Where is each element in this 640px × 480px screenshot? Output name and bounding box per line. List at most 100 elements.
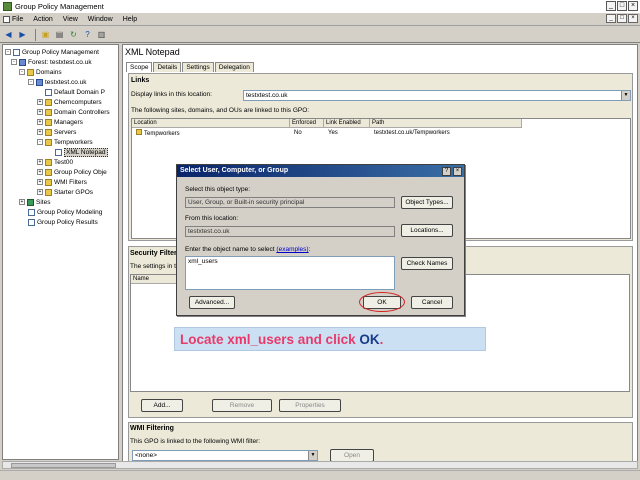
tree-item-results[interactable]: Group Policy Results xyxy=(28,217,98,227)
column-header-name[interactable]: Name xyxy=(131,275,181,284)
chevron-down-icon[interactable]: ▼ xyxy=(308,451,317,460)
menu-file-label: File xyxy=(12,15,24,23)
table-row[interactable]: Tempworkers xyxy=(134,129,180,139)
add-button[interactable]: Add... xyxy=(141,399,183,412)
column-header-link-enabled[interactable]: Link Enabled xyxy=(324,119,370,128)
object-types-button[interactable]: Object Types... xyxy=(401,196,453,209)
tree-item-test00[interactable]: + Test00 xyxy=(37,157,73,167)
tree-item-xml-notepad[interactable]: XML Notepad xyxy=(55,147,108,157)
tree-item-servers[interactable]: + Servers xyxy=(37,127,76,137)
ok-button[interactable]: OK xyxy=(363,296,401,309)
remove-button[interactable]: Remove xyxy=(212,399,272,412)
expand-icon[interactable]: + xyxy=(37,109,43,115)
close-button[interactable]: × xyxy=(628,1,638,11)
chevron-down-icon[interactable]: ▼ xyxy=(621,91,630,100)
expand-icon[interactable]: + xyxy=(37,119,43,125)
tree-item-domain[interactable]: - testxtest.co.uk xyxy=(28,77,87,87)
column-header-path[interactable]: Path xyxy=(370,119,522,128)
tree-label: Forest: testxtest.co.uk xyxy=(28,58,92,66)
tree-item-managers[interactable]: + Managers xyxy=(37,117,83,127)
tree-item-gpo-objects[interactable]: + Group Policy Obje xyxy=(37,167,107,177)
gpo-link-icon xyxy=(45,88,52,96)
toolbar: ◀ ▶ ▣ ▤ ↻ ? ▥ xyxy=(0,27,640,43)
dialog-title: Select User, Computer, or Group xyxy=(177,165,464,177)
menu-help[interactable]: Help xyxy=(123,16,137,23)
back-icon[interactable]: ◀ xyxy=(3,29,14,40)
tab-settings[interactable]: Settings xyxy=(182,62,214,72)
tree-item-starter-gpos[interactable]: + Starter GPOs xyxy=(37,187,93,197)
menu-window[interactable]: Window xyxy=(88,16,113,23)
tree-label: XML Notepad xyxy=(64,147,108,157)
child-close-button[interactable]: × xyxy=(628,14,638,23)
menu-action[interactable]: Action xyxy=(33,16,52,23)
dialog-help-button[interactable]: ? xyxy=(442,167,451,176)
console-icon[interactable]: ▥ xyxy=(96,29,107,40)
refresh-icon[interactable]: ↻ xyxy=(68,29,79,40)
menu-action-label: Action xyxy=(33,15,53,23)
wmi-filter-dropdown[interactable]: <none> ▼ xyxy=(132,450,318,461)
locations-button[interactable]: Locations... xyxy=(401,224,453,237)
tree-item-domains[interactable]: - Domains xyxy=(19,67,62,77)
location-dropdown[interactable]: testxtest.co.uk ▼ xyxy=(243,90,631,101)
collapse-icon[interactable]: - xyxy=(19,69,25,75)
expand-icon[interactable]: + xyxy=(37,129,43,135)
advanced-button[interactable]: Advanced... xyxy=(189,296,235,309)
horizontal-scrollbar[interactable] xyxy=(2,461,638,469)
tree-item-domain-controllers[interactable]: + Domain Controllers xyxy=(37,107,110,117)
dialog-close-button[interactable]: × xyxy=(453,167,462,176)
expand-icon[interactable]: + xyxy=(37,179,43,185)
expand-icon[interactable]: + xyxy=(37,99,43,105)
tree-item-forest[interactable]: - Forest: testxtest.co.uk xyxy=(11,57,92,67)
check-names-button[interactable]: Check Names xyxy=(401,257,453,270)
child-minimize-button[interactable]: _ xyxy=(606,14,616,23)
collapse-icon[interactable]: - xyxy=(28,79,34,85)
menu-view[interactable]: View xyxy=(63,16,78,23)
scrollbar-thumb[interactable] xyxy=(11,463,116,468)
forest-icon xyxy=(19,58,26,66)
tab-scope[interactable]: Scope xyxy=(126,62,153,72)
tab-delegation[interactable]: Delegation xyxy=(214,62,254,72)
wmi-filter-value: <none> xyxy=(135,452,158,459)
properties-button[interactable]: Properties xyxy=(279,399,341,412)
cancel-button[interactable]: Cancel xyxy=(411,296,453,309)
folder-icon xyxy=(27,68,34,76)
window-title: Group Policy Management xyxy=(15,2,104,11)
tree-item-tempworkers[interactable]: - Tempworkers xyxy=(37,137,93,147)
tree-item-sites[interactable]: + Sites xyxy=(19,197,50,207)
column-header-location[interactable]: Location xyxy=(132,119,290,128)
examples-link[interactable]: (examples) xyxy=(276,246,308,253)
child-maximize-button[interactable]: □ xyxy=(617,14,627,23)
tree-label: Sites xyxy=(36,198,51,206)
object-type-field: User, Group, or Built-in security princi… xyxy=(185,197,395,208)
expand-icon[interactable]: + xyxy=(37,169,43,175)
collapse-icon[interactable]: - xyxy=(37,139,43,145)
instruction-period: . xyxy=(379,332,384,347)
tree-item-default-domain-policy[interactable]: Default Domain P xyxy=(45,87,105,97)
object-name-input[interactable]: xml_users xyxy=(185,256,395,290)
tree-item-wmi-filters[interactable]: + WMI Filters xyxy=(37,177,87,187)
minimize-button[interactable]: _ xyxy=(606,1,616,11)
collapse-icon[interactable]: - xyxy=(5,49,11,55)
expand-icon[interactable]: + xyxy=(19,199,25,205)
menu-help-label: Help xyxy=(122,15,138,23)
expand-icon[interactable]: + xyxy=(37,159,43,165)
menu-view-label: View xyxy=(62,15,78,23)
file-menu-icon xyxy=(3,15,10,23)
menu-file[interactable]: File xyxy=(3,15,24,23)
maximize-button[interactable]: □ xyxy=(617,1,627,11)
column-header-enforced[interactable]: Enforced xyxy=(290,119,324,128)
instruction-banner: Locate xml_users and click OK. xyxy=(174,327,486,351)
tab-details[interactable]: Details xyxy=(153,62,182,72)
forward-icon[interactable]: ▶ xyxy=(17,29,28,40)
folder-up-icon[interactable]: ▣ xyxy=(40,29,51,40)
collapse-icon[interactable]: - xyxy=(11,59,17,65)
expand-icon[interactable]: + xyxy=(37,189,43,195)
folder-icon xyxy=(45,188,52,196)
tree-item-chemcomputers[interactable]: + Chemcomputers xyxy=(37,97,102,107)
help-icon[interactable]: ? xyxy=(82,29,93,40)
properties-icon[interactable]: ▤ xyxy=(54,29,65,40)
object-name-value: xml_users xyxy=(188,258,218,265)
console-tree: - Group Policy Management - Forest: testxt… xyxy=(2,44,119,460)
tree-item-gpm[interactable]: - Group Policy Management xyxy=(5,47,99,57)
tree-item-modeling[interactable]: Group Policy Modeling xyxy=(28,207,102,217)
